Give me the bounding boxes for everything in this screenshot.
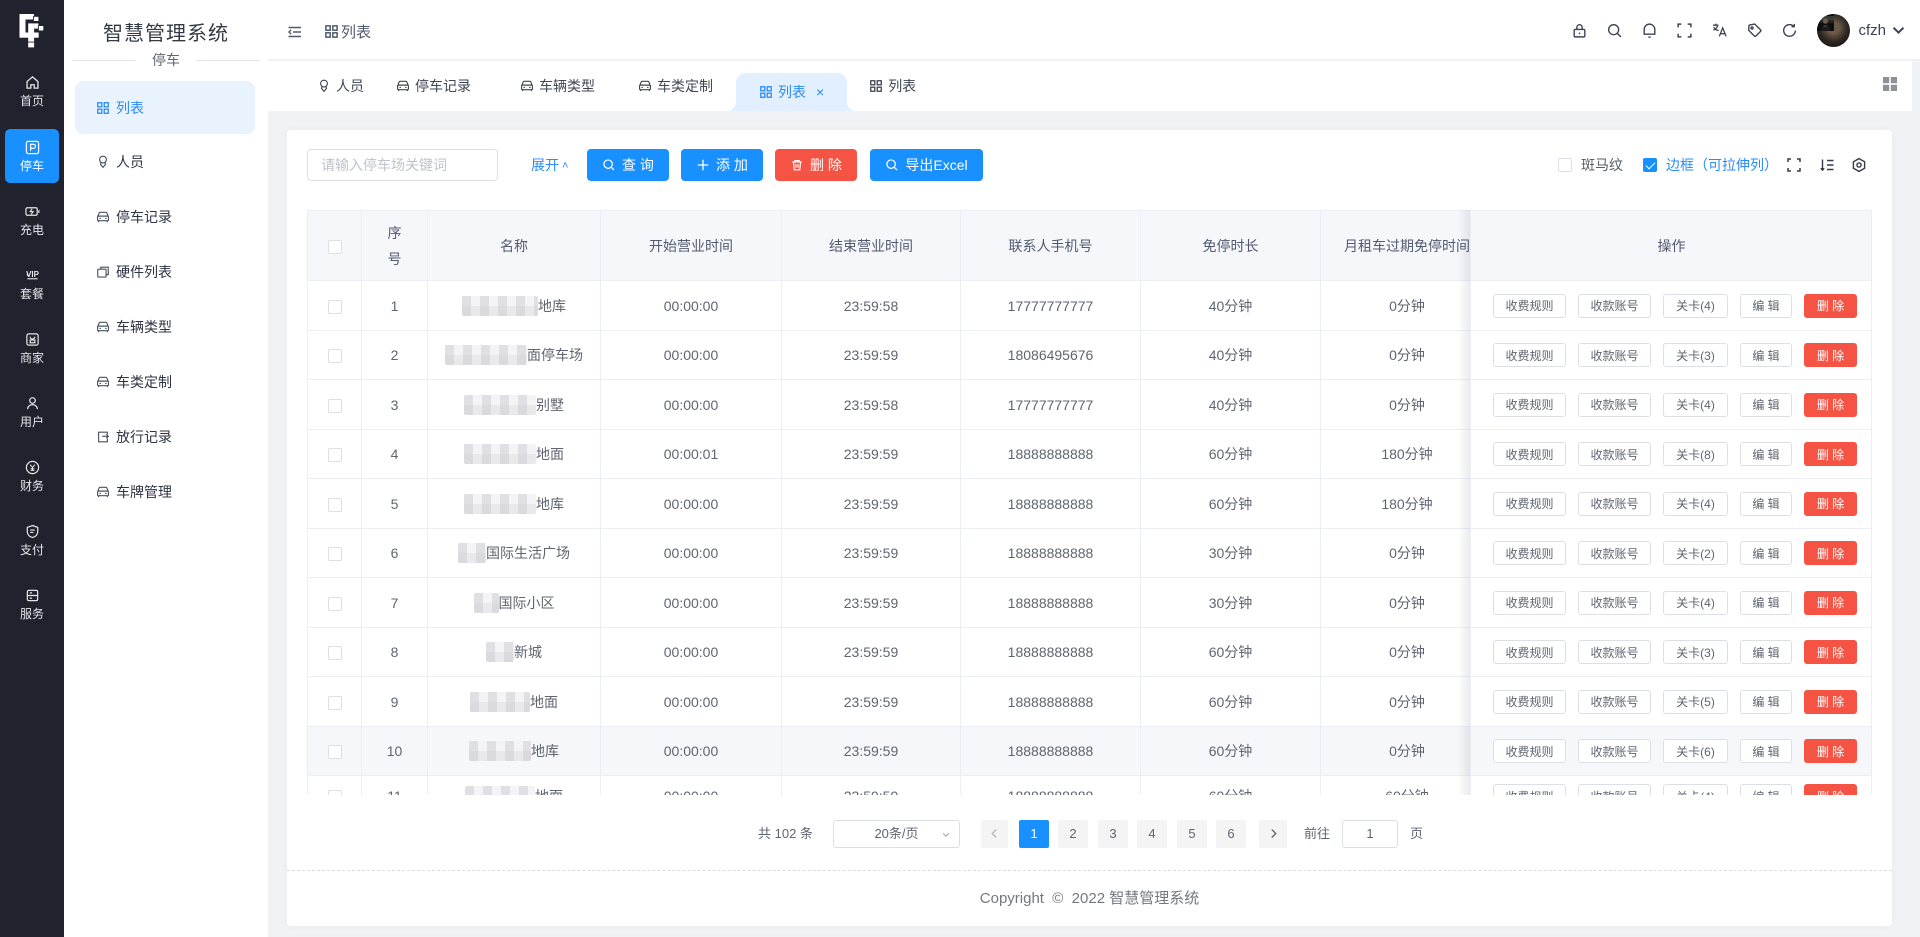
svg-text:VIP: VIP	[26, 270, 40, 279]
